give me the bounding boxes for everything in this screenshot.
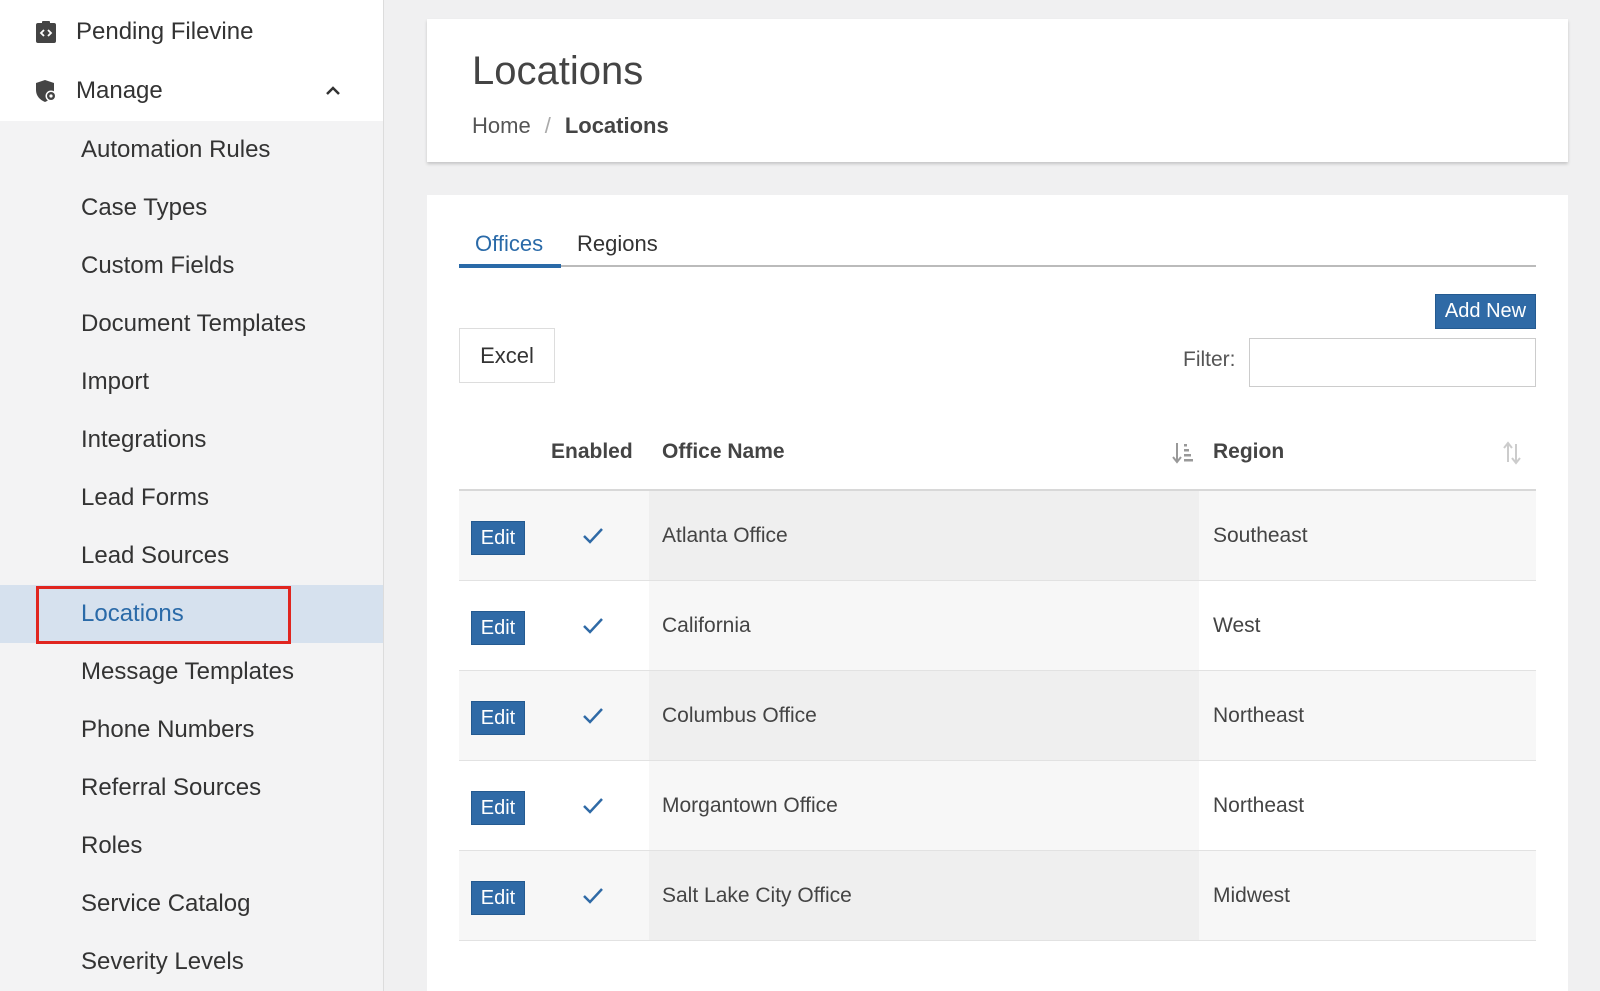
office-name-cell: Columbus Office [662, 703, 817, 727]
breadcrumb: Home / Locations [472, 113, 669, 139]
region-cell: Northeast [1213, 793, 1305, 817]
offices-table: Enabled Office Name Region Edit Atlanta O… [459, 413, 1536, 941]
sidebar-item-referral-sources[interactable]: Referral Sources [0, 759, 383, 817]
sidebar-item-lead-forms[interactable]: Lead Forms [0, 469, 383, 527]
column-header-office-name[interactable]: Office Name [662, 413, 785, 491]
sidebar-item-label: Service Catalog [81, 890, 251, 917]
sidebar-item-label: Integrations [81, 426, 207, 453]
sidebar-item-roles[interactable]: Roles [0, 817, 383, 875]
sidebar: Pending Filevine Manage Automation Rules… [0, 0, 384, 991]
breadcrumb-home-link[interactable]: Home [472, 113, 531, 139]
office-name-cell: Salt Lake City Office [662, 883, 852, 907]
breadcrumb-separator: / [544, 113, 551, 138]
checkmark-icon [581, 615, 605, 637]
sidebar-item-label: Phone Numbers [81, 716, 255, 743]
table-body: Edit Atlanta Office Southeast Edit Californi… [459, 491, 1536, 941]
sidebar-item-label: Roles [81, 832, 143, 859]
tab-bar: Offices Regions [459, 225, 1536, 268]
sidebar-section-manage[interactable]: Manage [0, 62, 383, 120]
edit-button[interactable]: Edit [471, 611, 525, 645]
shield-gear-icon [34, 79, 58, 103]
sidebar-item-automation-rules[interactable]: Automation Rules [0, 121, 383, 179]
sidebar-item-label: Lead Sources [81, 542, 230, 569]
add-new-button[interactable]: Add New [1435, 294, 1536, 329]
sidebar-item-label: Severity Levels [81, 948, 244, 975]
sidebar-item-severity-levels[interactable]: Severity Levels [0, 933, 383, 991]
filter-input[interactable] [1249, 338, 1536, 387]
table-row: Edit Columbus Office Northeast [459, 671, 1536, 761]
sidebar-item-label: Automation Rules [81, 136, 271, 163]
checkmark-icon [581, 705, 605, 727]
sidebar-item-label: Message Templates [81, 658, 294, 685]
checkmark-icon [581, 885, 605, 907]
sidebar-item-case-types[interactable]: Case Types [0, 179, 383, 237]
breadcrumb-current: Locations [564, 113, 669, 138]
sidebar-item-integrations[interactable]: Integrations [0, 411, 383, 469]
office-name-cell: Morgantown Office [662, 793, 838, 817]
sidebar-item-label: Import [81, 368, 150, 395]
sidebar-item-document-templates[interactable]: Document Templates [0, 295, 383, 353]
page-title: Locations [472, 49, 644, 93]
sidebar-item-phone-numbers[interactable]: Phone Numbers [0, 701, 383, 759]
office-name-cell: California [662, 613, 751, 637]
filter-label: Filter: [1183, 348, 1236, 371]
checkmark-icon [581, 795, 605, 817]
excel-export-button[interactable]: Excel [459, 328, 555, 383]
table-row: Edit Atlanta Office Southeast [459, 491, 1536, 581]
table-row: Edit California West [459, 581, 1536, 671]
main-panel: Offices Regions Add New Excel Filter: En… [427, 195, 1568, 991]
sidebar-item-message-templates[interactable]: Message Templates [0, 643, 383, 701]
edit-button[interactable]: Edit [471, 521, 525, 555]
sidebar-item-label: Document Templates [81, 310, 306, 337]
tab-regions[interactable]: Regions [561, 225, 674, 267]
code-clipboard-icon [34, 20, 58, 44]
column-header-enabled[interactable]: Enabled [551, 413, 633, 491]
sort-unsorted-icon[interactable] [1501, 441, 1523, 465]
sidebar-item-label: Locations [81, 600, 184, 627]
sidebar-item-label: Referral Sources [81, 774, 262, 801]
region-cell: Southeast [1213, 523, 1308, 547]
sidebar-item-lead-sources[interactable]: Lead Sources [0, 527, 383, 585]
sort-ascending-icon[interactable] [1171, 441, 1193, 465]
sidebar-item-service-catalog[interactable]: Service Catalog [0, 875, 383, 933]
office-name-cell: Atlanta Office [662, 523, 788, 547]
checkmark-icon [581, 525, 605, 547]
edit-button[interactable]: Edit [471, 701, 525, 735]
sidebar-item-label: Custom Fields [81, 252, 235, 279]
sidebar-item-import[interactable]: Import [0, 353, 383, 411]
sidebar-section-label: Manage [76, 77, 163, 104]
sidebar-item-pending-filevine[interactable]: Pending Filevine [0, 3, 383, 61]
page-header: Locations Home / Locations [427, 19, 1568, 162]
edit-button[interactable]: Edit [471, 791, 525, 825]
sidebar-item-locations[interactable]: Locations [0, 585, 383, 643]
table-row: Edit Morgantown Office Northeast [459, 761, 1536, 851]
table-header: Enabled Office Name Region [459, 413, 1536, 491]
tab-offices[interactable]: Offices [459, 225, 561, 268]
region-cell: Northeast [1213, 703, 1305, 727]
chevron-up-icon[interactable] [322, 80, 344, 102]
column-header-region[interactable]: Region [1213, 413, 1284, 491]
sidebar-item-label: Pending Filevine [76, 18, 254, 45]
region-cell: Midwest [1213, 883, 1291, 907]
sidebar-item-custom-fields[interactable]: Custom Fields [0, 237, 383, 295]
sidebar-item-label: Case Types [81, 194, 208, 221]
region-cell: West [1213, 613, 1261, 637]
edit-button[interactable]: Edit [471, 881, 525, 915]
table-row: Edit Salt Lake City Office Midwest [459, 851, 1536, 941]
sidebar-item-label: Lead Forms [81, 484, 210, 511]
